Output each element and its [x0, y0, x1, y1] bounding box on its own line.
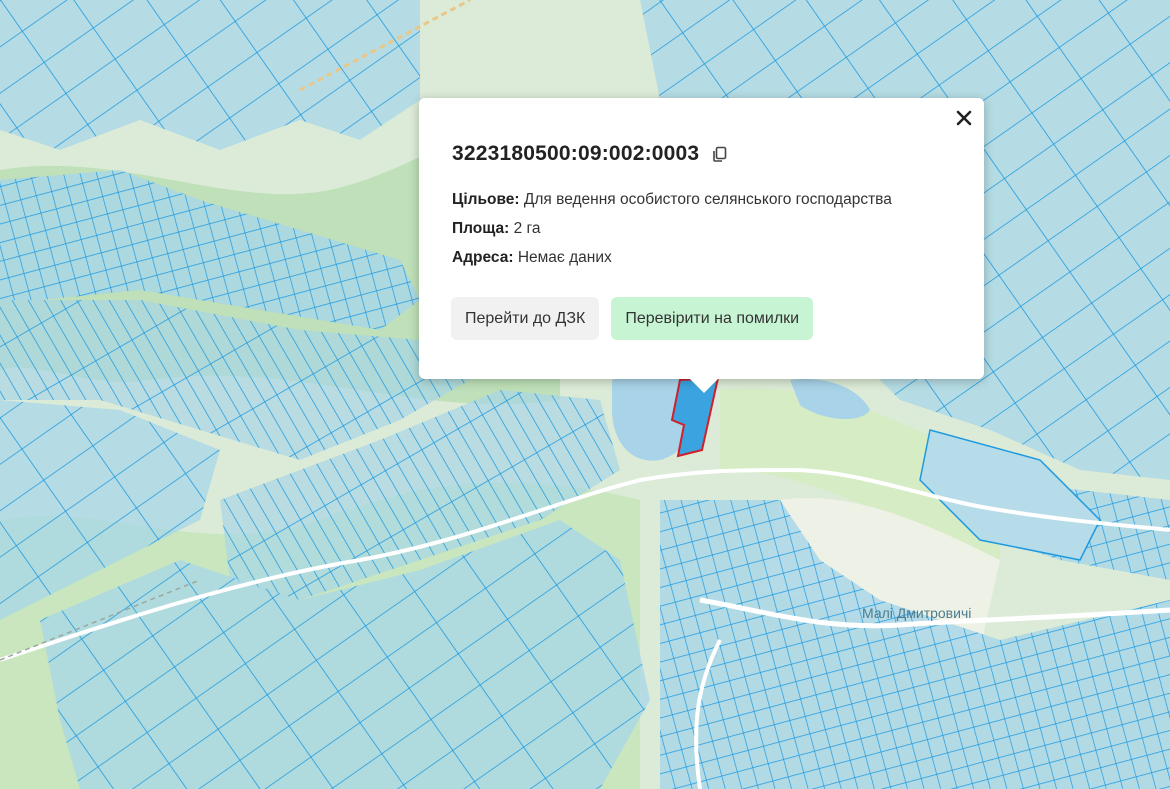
parcel-field-northwest: [0, 0, 420, 150]
purpose-value: Для ведення особистого селянського госпо…: [523, 191, 892, 208]
village-label: Малі Дмитровичі: [862, 605, 971, 621]
popup-actions: Перейти до ДЗК Перевірити на помилки: [451, 297, 814, 340]
area-row: Площа: 2 га: [452, 219, 892, 248]
area-label: Площа:: [452, 220, 510, 237]
address-label: Адреса:: [452, 249, 514, 266]
cadastral-number-row: 3223180500:09:002:0003: [452, 142, 729, 166]
popup-pointer: [689, 378, 719, 393]
purpose-label: Цільове:: [452, 191, 520, 208]
goto-dzk-button[interactable]: Перейти до ДЗК: [451, 297, 600, 340]
parcel-details: Цільове: Для ведення особистого селянськ…: [452, 190, 892, 277]
address-value: Немає даних: [517, 249, 612, 266]
parcel-info-popup: 3223180500:09:002:0003 Цільове: Для веде…: [419, 98, 984, 393]
close-button[interactable]: [952, 106, 976, 130]
check-errors-button[interactable]: Перевірити на помилки: [611, 297, 814, 340]
close-icon: [956, 110, 972, 126]
cadastral-number: 3223180500:09:002:0003: [452, 142, 700, 165]
area-value: 2 га: [513, 220, 541, 237]
purpose-row: Цільове: Для ведення особистого селянськ…: [452, 190, 892, 219]
address-row: Адреса: Немає даних: [452, 248, 892, 277]
copy-icon[interactable]: [711, 145, 729, 163]
